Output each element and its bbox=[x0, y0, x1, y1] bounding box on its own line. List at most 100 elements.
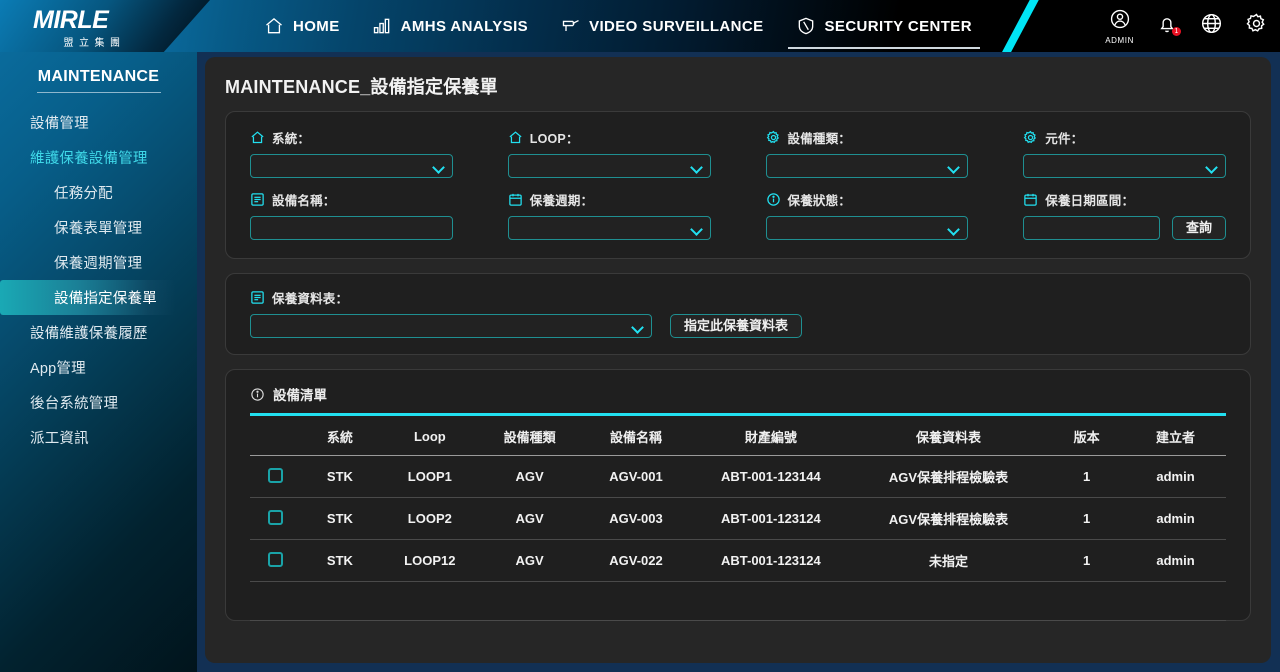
maintenance-cycle-select[interactable] bbox=[508, 216, 711, 240]
sidebar-item-equipment-designated-maintenance-order[interactable]: 設備指定保養單 bbox=[0, 280, 175, 315]
calendar-icon bbox=[508, 192, 523, 207]
home-icon bbox=[250, 130, 265, 145]
nav-item-home[interactable]: HOME bbox=[248, 0, 356, 52]
maintenance-date-range-input[interactable] bbox=[1023, 216, 1160, 240]
nav-label-security-center: SECURITY CENTER bbox=[825, 18, 972, 35]
assign-maintenance-sheet-button[interactable]: 指定此保養資料表 bbox=[670, 314, 802, 338]
cell-creator: admin bbox=[1125, 540, 1226, 582]
filter-label-component: 元件： bbox=[1023, 128, 1226, 147]
nav-label-home: HOME bbox=[293, 18, 340, 35]
column-header-version: 版本 bbox=[1048, 416, 1125, 456]
maintenance-sheet-panel: 保養資料表： 指定此保養資料表 bbox=[225, 273, 1251, 355]
cell-asset-number: ABT-001-123124 bbox=[693, 540, 849, 582]
filter-label-equipment-name: 設備名稱： bbox=[250, 190, 453, 209]
home-icon bbox=[508, 130, 523, 145]
nav-label-video-surveillance: VIDEO SURVEILLANCE bbox=[589, 18, 763, 35]
row-checkbox[interactable] bbox=[268, 552, 283, 567]
bar-chart-icon bbox=[372, 16, 392, 36]
logo-subtitle: 盟立集團 bbox=[33, 34, 153, 49]
language-button[interactable] bbox=[1200, 12, 1223, 40]
cell-version: 1 bbox=[1048, 498, 1125, 540]
filter-label-system: 系統： bbox=[250, 128, 453, 147]
filter-label-equipment-type: 設備種類： bbox=[766, 128, 969, 147]
shield-icon bbox=[796, 16, 816, 36]
app-root: MIRLE 盟立集團 HOME AMHS ANALYSIS bbox=[0, 0, 1280, 672]
sidebar-item-maintenance-form-management[interactable]: 保養表單管理 bbox=[0, 210, 197, 245]
maintenance-status-select[interactable] bbox=[766, 216, 969, 240]
user-name-label: ADMIN bbox=[1105, 36, 1134, 45]
nav-item-video-surveillance[interactable]: VIDEO SURVEILLANCE bbox=[544, 0, 779, 52]
sidebar: MAINTENANCE 設備管理 維護保養設備管理 任務分配 保養表單管理 保養… bbox=[0, 52, 197, 672]
info-icon bbox=[250, 387, 265, 402]
column-header-maintenance-sheet: 保養資料表 bbox=[849, 416, 1049, 456]
table-row[interactable]: STK LOOP2 AGV AGV-003 ABT-001-123124 AGV… bbox=[250, 498, 1226, 540]
sidebar-item-task-assignment[interactable]: 任務分配 bbox=[0, 175, 197, 210]
notifications-button[interactable]: 1 bbox=[1156, 13, 1178, 40]
sidebar-item-maintenance-history[interactable]: 設備維護保養履歷 bbox=[0, 315, 197, 350]
logo-text: MIRLE bbox=[33, 7, 153, 33]
filter-field-loop: LOOP： bbox=[508, 128, 711, 178]
date-range-row: 查詢 bbox=[1023, 216, 1226, 240]
filter-field-equipment-type: 設備種類： bbox=[766, 128, 969, 178]
filter-label-text: 元件： bbox=[1045, 128, 1083, 147]
header-actions: ADMIN 1 bbox=[1105, 0, 1268, 52]
user-account-button[interactable]: ADMIN bbox=[1105, 8, 1134, 45]
equipment-name-input[interactable] bbox=[250, 216, 453, 240]
filter-label-text: 系統： bbox=[272, 128, 310, 147]
row-checkbox[interactable] bbox=[268, 468, 283, 483]
sidebar-item-dispatch-info[interactable]: 派工資訊 bbox=[0, 420, 197, 455]
filter-label-text: 保養狀態： bbox=[788, 190, 852, 209]
nav-item-amhs-analysis[interactable]: AMHS ANALYSIS bbox=[356, 0, 544, 52]
filter-label-loop: LOOP： bbox=[508, 128, 711, 147]
sidebar-title: MAINTENANCE bbox=[0, 68, 197, 92]
column-header-loop: Loop bbox=[379, 416, 480, 456]
filter-field-system: 系統： bbox=[250, 128, 453, 178]
column-header-system: 系統 bbox=[300, 416, 379, 456]
gear-icon bbox=[1245, 12, 1268, 40]
row-checkbox[interactable] bbox=[268, 510, 283, 525]
equipment-table-head: 系統 Loop 設備種類 設備名稱 財產編號 保養資料表 版本 建立者 bbox=[250, 416, 1226, 456]
nav-label-amhs-analysis: AMHS ANALYSIS bbox=[401, 18, 528, 35]
nav-item-security-center[interactable]: SECURITY CENTER bbox=[780, 0, 988, 52]
cell-equipment-name: AGV-022 bbox=[579, 540, 693, 582]
table-empty-row bbox=[250, 582, 1226, 621]
filter-field-maintenance-status: 保養狀態： bbox=[766, 190, 969, 240]
filter-label-maintenance-status: 保養狀態： bbox=[766, 190, 969, 209]
component-select[interactable] bbox=[1023, 154, 1226, 178]
filter-label-text: 保養日期區間： bbox=[1045, 190, 1134, 209]
main-navigation: HOME AMHS ANALYSIS VIDEO SURVEILLANCE bbox=[248, 0, 988, 52]
search-button[interactable]: 查詢 bbox=[1172, 216, 1226, 240]
sidebar-item-app-management[interactable]: App管理 bbox=[0, 350, 197, 385]
filter-label-text: 設備名稱： bbox=[272, 190, 336, 209]
column-header-select bbox=[250, 416, 300, 456]
table-row[interactable]: STK LOOP1 AGV AGV-001 ABT-001-123144 AGV… bbox=[250, 456, 1226, 498]
equipment-list-header: 設備清單 bbox=[250, 384, 1226, 413]
table-empty-cell bbox=[250, 582, 1226, 621]
sidebar-item-equipment-management[interactable]: 設備管理 bbox=[0, 105, 197, 140]
sidebar-item-backend-system-management[interactable]: 後台系統管理 bbox=[0, 385, 197, 420]
row-select-cell bbox=[250, 456, 300, 498]
table-row[interactable]: STK LOOP12 AGV AGV-022 ABT-001-123124 未指… bbox=[250, 540, 1226, 582]
column-header-equipment-type: 設備種類 bbox=[480, 416, 579, 456]
cell-creator: admin bbox=[1125, 498, 1226, 540]
gear-icon bbox=[766, 130, 781, 145]
cell-system: STK bbox=[300, 540, 379, 582]
cell-creator: admin bbox=[1125, 456, 1226, 498]
equipment-type-select[interactable] bbox=[766, 154, 969, 178]
maintenance-sheet-select[interactable] bbox=[250, 314, 652, 338]
globe-icon bbox=[1200, 12, 1223, 40]
cell-maintenance-sheet: AGV保養排程檢驗表 bbox=[849, 456, 1049, 498]
filter-grid: 系統： LOOP： bbox=[250, 128, 1226, 240]
equipment-table: 系統 Loop 設備種類 設備名稱 財產編號 保養資料表 版本 建立者 STK bbox=[250, 416, 1226, 621]
brand-logo[interactable]: MIRLE 盟立集團 bbox=[33, 7, 153, 47]
sidebar-item-maintenance-equipment-management[interactable]: 維護保養設備管理 bbox=[0, 140, 197, 175]
settings-button[interactable] bbox=[1245, 12, 1268, 40]
system-select[interactable] bbox=[250, 154, 453, 178]
column-header-equipment-name: 設備名稱 bbox=[579, 416, 693, 456]
loop-select[interactable] bbox=[508, 154, 711, 178]
cell-equipment-type: AGV bbox=[480, 540, 579, 582]
filter-label-text: LOOP： bbox=[530, 128, 579, 147]
sidebar-item-maintenance-cycle-management[interactable]: 保養週期管理 bbox=[0, 245, 197, 280]
cell-system: STK bbox=[300, 498, 379, 540]
cell-loop: LOOP1 bbox=[379, 456, 480, 498]
